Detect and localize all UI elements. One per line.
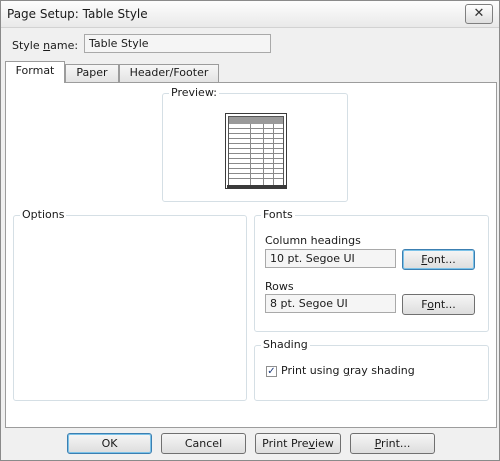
rows-label: Rows [265,280,294,293]
table-preview-icon [225,113,287,189]
ok-button[interactable]: OK [67,433,152,454]
print-button[interactable]: Print... [350,433,435,454]
fonts-group: Fonts Column headings 10 pt. Segoe UI Fo… [254,208,489,332]
tab-format[interactable]: Format [5,61,65,83]
title-bar: Page Setup: Table Style ✕ [1,1,499,28]
close-button[interactable]: ✕ [465,4,493,24]
preview-group: Preview: [162,86,348,202]
style-name-label: Style name: [12,39,79,52]
rows-font-field: 8 pt. Segoe UI [265,294,396,313]
shading-label: Shading [261,338,310,351]
tab-paper[interactable]: Paper [65,64,119,82]
tab-header-footer[interactable]: Header/Footer [119,64,219,82]
preview-label: Preview: [169,86,219,99]
gray-shading-label: Print using gray shading [281,364,415,377]
style-name-field[interactable]: Table Style [84,34,271,53]
shading-group: Shading ✓ Print using gray shading [254,338,489,401]
gray-shading-checkbox[interactable]: ✓ [266,366,277,377]
column-headings-font-field: 10 pt. Segoe UI [265,249,396,268]
fonts-label: Fonts [261,208,295,221]
window-title: Page Setup: Table Style [7,7,148,21]
cancel-button[interactable]: Cancel [161,433,246,454]
print-preview-button[interactable]: Print Preview [255,433,341,454]
page-setup-dialog: Page Setup: Table Style ✕ Style name: Ta… [0,0,500,461]
options-group: Options [13,208,247,401]
column-headings-font-button[interactable]: Font... [402,249,475,270]
options-label: Options [20,208,67,221]
format-tab-panel: Preview: Options Fonts Column headings 1… [5,82,497,428]
column-headings-label: Column headings [265,234,361,247]
rows-font-button[interactable]: Font... [402,294,475,315]
